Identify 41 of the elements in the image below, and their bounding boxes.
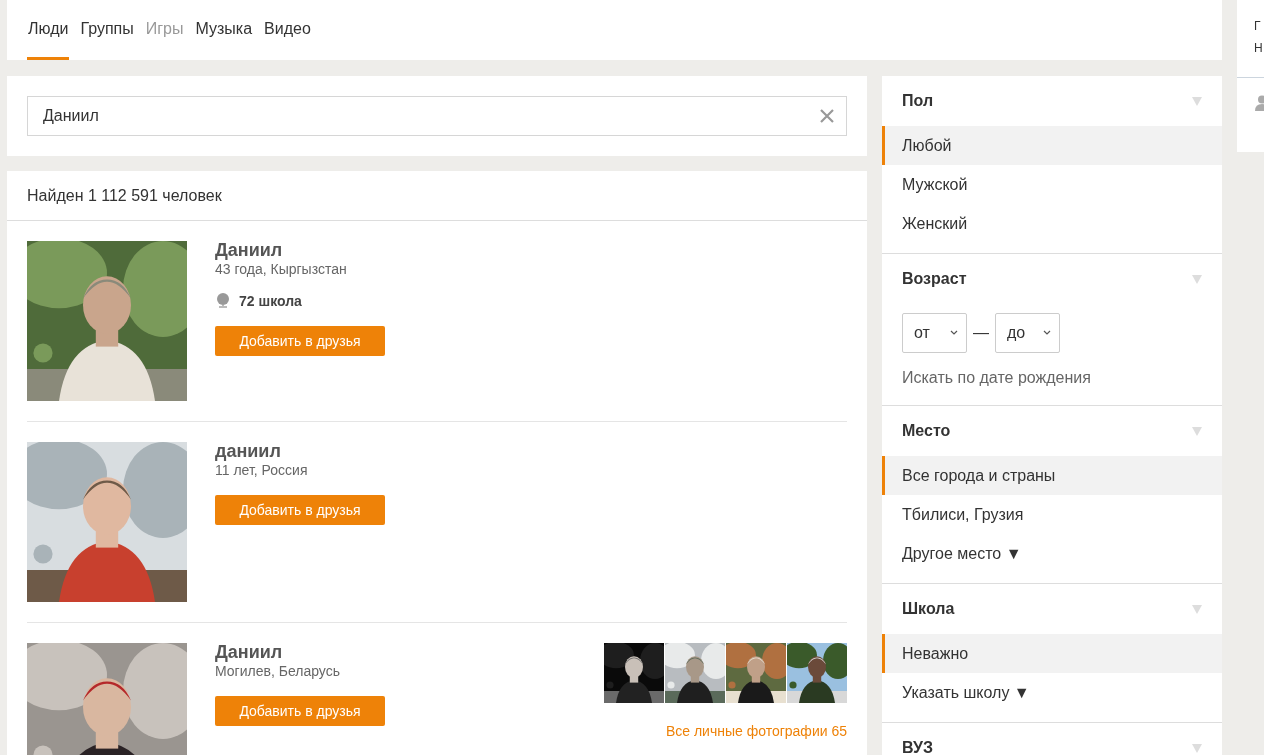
nav-tab[interactable]: Люди <box>27 0 70 60</box>
person-name[interactable]: Даниил <box>215 240 283 260</box>
person-name[interactable]: даниил <box>215 441 281 461</box>
results-count: Найден 1 112 591 человек <box>7 171 867 221</box>
chevron-icon <box>1043 330 1051 336</box>
filter-title: Место <box>902 422 951 440</box>
person-info: Могилев, Беларусь <box>215 662 340 680</box>
caret-icon[interactable] <box>1192 604 1202 614</box>
side-text: Г <box>1254 18 1262 34</box>
chevron-icon <box>950 330 958 336</box>
clear-icon[interactable] <box>819 108 835 124</box>
caret-icon[interactable] <box>1192 426 1202 436</box>
search-field[interactable]: Даниил <box>27 96 847 136</box>
filter-option[interactable]: Неважно <box>882 634 1222 673</box>
dash: — <box>973 324 989 342</box>
person-name[interactable]: Даниил <box>215 642 283 662</box>
side-text: Н <box>1254 40 1264 56</box>
filter-option[interactable]: Любой <box>882 126 1222 165</box>
filter-option[interactable]: Другое место ▼ <box>882 534 1222 573</box>
age-to-select[interactable]: до <box>995 313 1060 353</box>
globe-icon <box>215 292 231 310</box>
school-name: 72 школа <box>239 293 302 309</box>
filter-option[interactable]: Мужской <box>882 165 1222 204</box>
filter-title: Пол <box>902 92 934 110</box>
caret-icon[interactable] <box>1192 274 1202 284</box>
age-from-select[interactable]: от <box>902 313 967 353</box>
filter-option[interactable]: Указать школу ▼ <box>882 673 1222 712</box>
filter-title: Возраст <box>902 270 967 288</box>
caret-icon[interactable] <box>1192 743 1202 753</box>
nav-tab[interactable]: Музыка <box>194 0 254 60</box>
filter-option[interactable]: Все города и страны <box>882 456 1222 495</box>
filter-title: ВУЗ <box>902 739 933 755</box>
filter-option[interactable]: Тбилиси, Грузия <box>882 495 1222 534</box>
nav-tab[interactable]: Группы <box>79 0 135 60</box>
filter-title: Школа <box>902 600 955 618</box>
nav-tab[interactable]: Видео <box>263 0 312 60</box>
filter-option[interactable]: Женский <box>882 204 1222 243</box>
person-info: 43 года, Кыргызстан <box>215 260 347 278</box>
caret-icon[interactable] <box>1192 96 1202 106</box>
person-info: 11 лет, Россия <box>215 461 308 479</box>
birthdate-link[interactable]: Искать по дате рождения <box>882 353 1222 395</box>
